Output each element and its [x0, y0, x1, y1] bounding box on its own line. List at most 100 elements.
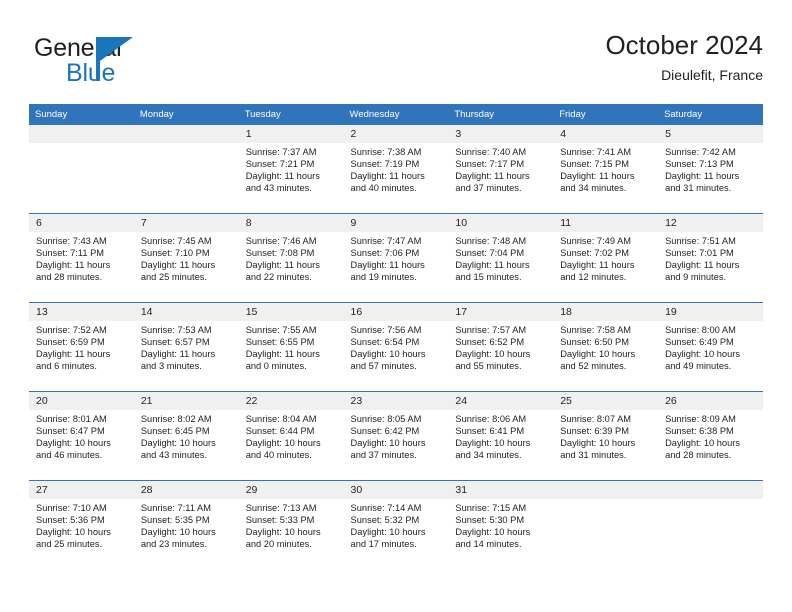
day-cell[interactable]: 29 Sunrise: 7:13 AM Sunset: 5:33 PM Dayligh…: [238, 481, 344, 569]
day-number: 2: [343, 125, 449, 143]
weekday-header-tuesday: Tuesday: [238, 104, 344, 125]
day-details: Sunrise: 8:01 AM Sunset: 6:47 PM Daylight:…: [29, 410, 134, 461]
day-cell[interactable]: 12 Sunrise: 7:51 AM Sunset: 7:01 PM Dayligh…: [658, 214, 763, 302]
day-cell[interactable]: 22 Sunrise: 8:04 AM Sunset: 6:44 PM Dayligh…: [238, 392, 344, 480]
day-cell[interactable]: 10 Sunrise: 7:48 AM Sunset: 7:04 PM Dayligh…: [448, 214, 554, 302]
day-detail-line: Sunrise: 7:47 AM: [350, 236, 422, 246]
day-detail-line: Daylight: 10 hours: [245, 438, 321, 449]
day-cell[interactable]: 8 Sunrise: 7:46 AM Sunset: 7:08 PM Daylight…: [238, 214, 344, 302]
day-cell[interactable]: 26 Sunrise: 8:09 AM Sunset: 6:38 PM Dayligh…: [658, 392, 763, 480]
day-detail-line: and 22 minutes.: [245, 272, 312, 283]
day-detail-line: Sunset: 7:13 PM: [665, 159, 734, 170]
day-detail-line: Daylight: 11 hours: [245, 260, 320, 271]
day-detail-line: and 28 minutes.: [36, 272, 103, 283]
day-details: [29, 143, 134, 146]
day-cell[interactable]: 1 Sunrise: 7:37 AM Sunset: 7:21 PM Daylight…: [238, 125, 344, 213]
day-detail-line: Sunrise: 7:37 AM: [245, 147, 317, 157]
day-cell[interactable]: 6 Sunrise: 7:43 AM Sunset: 7:11 PM Daylight…: [29, 214, 134, 302]
brand-logo[interactable]: General Blue: [34, 34, 214, 92]
weekday-header-saturday: Saturday: [658, 104, 763, 125]
day-details: Sunrise: 7:11 AM Sunset: 5:35 PM Daylight:…: [134, 499, 239, 550]
day-cell[interactable]: 30 Sunrise: 7:14 AM Sunset: 5:32 PM Dayligh…: [343, 481, 449, 569]
day-detail-line: Sunrise: 7:51 AM: [665, 236, 736, 246]
day-detail-line: Sunrise: 8:00 AM: [665, 325, 736, 335]
day-number: 1: [238, 125, 344, 143]
day-detail-line: and 52 minutes.: [560, 361, 627, 372]
day-detail-line: Daylight: 10 hours: [350, 349, 426, 360]
day-details: Sunrise: 7:13 AM Sunset: 5:33 PM Daylight:…: [239, 499, 344, 550]
day-detail-line: Sunset: 5:33 PM: [245, 515, 315, 526]
day-cell[interactable]: 27 Sunrise: 7:10 AM Sunset: 5:36 PM Dayligh…: [29, 481, 134, 569]
day-cell[interactable]: 14 Sunrise: 7:53 AM Sunset: 6:57 PM Dayligh…: [133, 303, 239, 391]
day-detail-line: Sunrise: 7:41 AM: [560, 147, 632, 157]
day-cell[interactable]: 18 Sunrise: 7:58 AM Sunset: 6:50 PM Dayligh…: [553, 303, 659, 391]
day-detail-line: Daylight: 10 hours: [350, 527, 426, 538]
day-cell[interactable]: 13 Sunrise: 7:52 AM Sunset: 6:59 PM Dayligh…: [29, 303, 134, 391]
day-detail-line: Sunrise: 7:58 AM: [560, 325, 632, 335]
day-cell[interactable]: 7 Sunrise: 7:45 AM Sunset: 7:10 PM Daylight…: [133, 214, 239, 302]
day-cell[interactable]: 20 Sunrise: 8:01 AM Sunset: 6:47 PM Dayligh…: [29, 392, 134, 480]
day-number: 26: [658, 392, 763, 410]
day-number: 20: [29, 392, 134, 410]
day-number: 28: [133, 481, 239, 499]
day-detail-line: Sunset: 6:41 PM: [455, 426, 525, 437]
day-detail-line: and 12 minutes.: [560, 272, 627, 283]
day-detail-line: Daylight: 11 hours: [245, 171, 320, 182]
day-detail-line: Sunrise: 7:48 AM: [455, 236, 527, 246]
day-detail-line: Daylight: 11 hours: [140, 260, 216, 271]
day-cell[interactable]: 23 Sunrise: 8:05 AM Sunset: 6:42 PM Dayligh…: [343, 392, 449, 480]
day-detail-line: Sunrise: 8:06 AM: [455, 414, 527, 424]
day-details: Sunrise: 7:37 AM Sunset: 7:21 PM Daylight:…: [239, 143, 344, 194]
day-cell[interactable]: 25 Sunrise: 8:07 AM Sunset: 6:39 PM Dayligh…: [553, 392, 659, 480]
day-detail-line: Sunset: 7:15 PM: [560, 159, 629, 170]
day-detail-line: Sunset: 5:36 PM: [36, 515, 105, 526]
day-detail-line: and 3 minutes.: [140, 361, 202, 372]
day-cell[interactable]: 24 Sunrise: 8:06 AM Sunset: 6:41 PM Dayligh…: [448, 392, 554, 480]
day-detail-line: Sunrise: 7:13 AM: [245, 503, 317, 513]
day-cell[interactable]: 15 Sunrise: 7:55 AM Sunset: 6:55 PM Dayligh…: [238, 303, 344, 391]
day-cell[interactable]: 28 Sunrise: 7:11 AM Sunset: 5:35 PM Dayligh…: [133, 481, 239, 569]
weekday-header-sunday: Sunday: [29, 104, 134, 125]
day-cell[interactable]: 31 Sunrise: 7:15 AM Sunset: 5:30 PM Dayligh…: [448, 481, 554, 569]
calendar-week-row: 13 Sunrise: 7:52 AM Sunset: 6:59 PM Dayligh…: [29, 302, 763, 392]
day-cell[interactable]: 3 Sunrise: 7:40 AM Sunset: 7:17 PM Daylight…: [448, 125, 554, 213]
day-detail-line: Daylight: 11 hours: [36, 349, 111, 360]
calendar-page: General Blue October 2024 Dieulefit, Fra…: [0, 0, 792, 612]
day-detail-line: Sunset: 5:32 PM: [350, 515, 420, 526]
day-detail-line: and 9 minutes.: [665, 272, 727, 283]
day-cell[interactable]: 5 Sunrise: 7:42 AM Sunset: 7:13 PM Daylight…: [658, 125, 763, 213]
day-details: Sunrise: 7:47 AM Sunset: 7:06 PM Daylight:…: [344, 232, 449, 283]
day-detail-line: Sunrise: 7:43 AM: [36, 236, 107, 246]
day-cell[interactable]: 2 Sunrise: 7:38 AM Sunset: 7:19 PM Daylight…: [343, 125, 449, 213]
day-cell[interactable]: 21 Sunrise: 8:02 AM Sunset: 6:45 PM Dayligh…: [133, 392, 239, 480]
day-cell[interactable]: 19 Sunrise: 8:00 AM Sunset: 6:49 PM Dayligh…: [658, 303, 763, 391]
day-details: [553, 499, 658, 502]
weekday-header-monday: Monday: [133, 104, 239, 125]
day-cell[interactable]: 9 Sunrise: 7:47 AM Sunset: 7:06 PM Daylight…: [343, 214, 449, 302]
day-detail-line: Daylight: 10 hours: [665, 438, 740, 449]
day-detail-line: Sunset: 7:19 PM: [350, 159, 420, 170]
day-detail-line: Sunrise: 7:57 AM: [455, 325, 527, 335]
day-detail-line: and 43 minutes.: [245, 183, 312, 194]
day-cell[interactable]: 16 Sunrise: 7:56 AM Sunset: 6:54 PM Dayligh…: [343, 303, 449, 391]
day-cell[interactable]: 11 Sunrise: 7:49 AM Sunset: 7:02 PM Dayligh…: [553, 214, 659, 302]
day-number: 21: [133, 392, 239, 410]
day-detail-line: and 25 minutes.: [140, 272, 207, 283]
day-detail-line: and 37 minutes.: [350, 450, 417, 461]
day-cell[interactable]: 17 Sunrise: 7:57 AM Sunset: 6:52 PM Dayligh…: [448, 303, 554, 391]
day-detail-line: Daylight: 10 hours: [455, 527, 531, 538]
day-detail-line: Sunset: 6:50 PM: [560, 337, 629, 348]
day-detail-line: and 15 minutes.: [455, 272, 522, 283]
day-details: Sunrise: 7:48 AM Sunset: 7:04 PM Daylight:…: [448, 232, 553, 283]
day-cell[interactable]: 4 Sunrise: 7:41 AM Sunset: 7:15 PM Daylight…: [553, 125, 659, 213]
day-detail-line: and 31 minutes.: [665, 183, 732, 194]
day-details: Sunrise: 7:41 AM Sunset: 7:15 PM Daylight:…: [553, 143, 658, 194]
day-details: Sunrise: 7:42 AM Sunset: 7:13 PM Daylight:…: [658, 143, 763, 194]
day-detail-line: Daylight: 10 hours: [350, 438, 426, 449]
calendar-body: 1 Sunrise: 7:37 AM Sunset: 7:21 PM Daylight…: [29, 125, 763, 569]
day-detail-line: Sunset: 7:11 PM: [36, 248, 105, 259]
day-number: 14: [133, 303, 239, 321]
day-number: 30: [343, 481, 449, 499]
day-detail-line: Sunset: 6:54 PM: [350, 337, 420, 348]
day-detail-line: and 55 minutes.: [455, 361, 522, 372]
